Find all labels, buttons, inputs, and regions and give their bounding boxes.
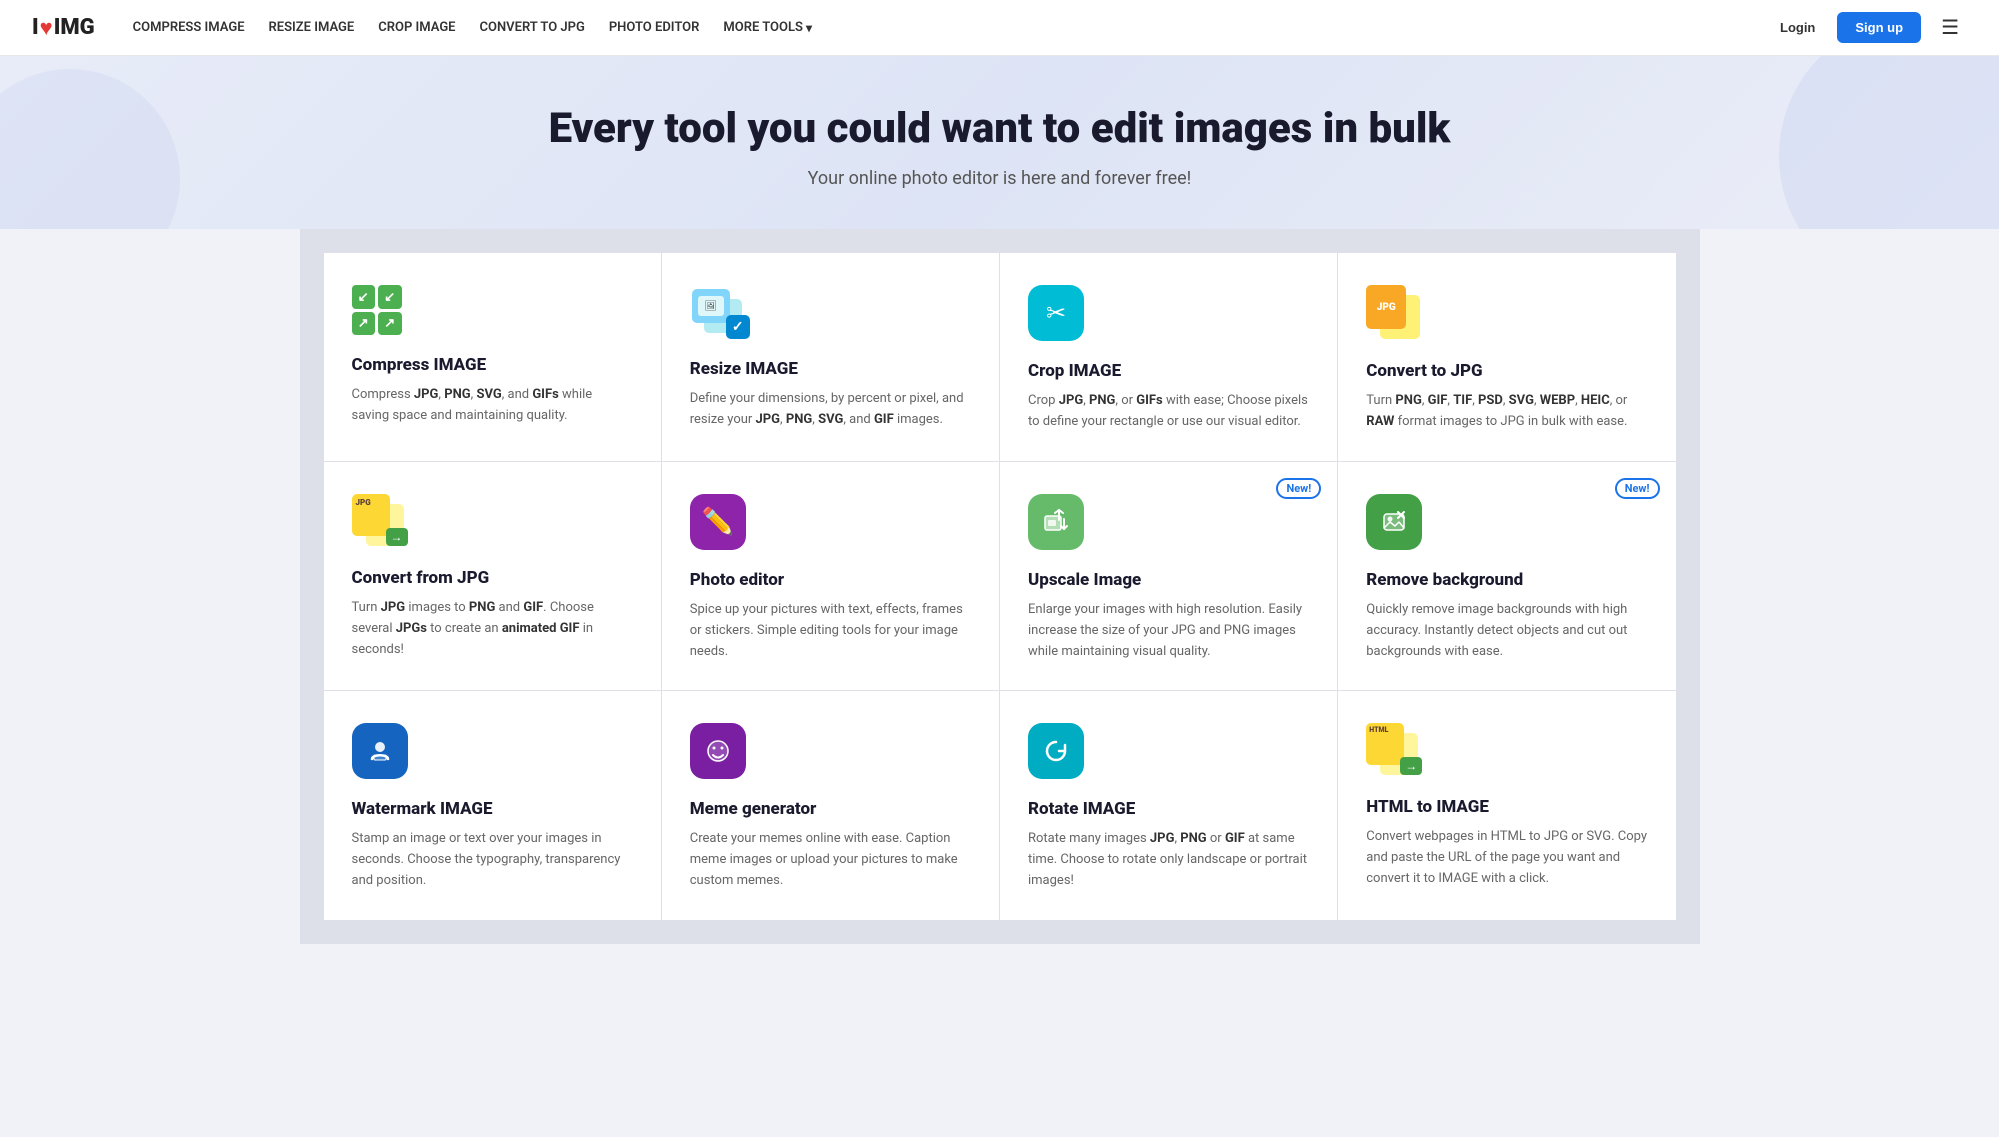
tool-desc-crop: Crop JPG, PNG, or GIFs with ease; Choose… [1028,391,1309,433]
new-badge-upscale: New! [1276,478,1321,499]
hero-headline: Every tool you could want to edit images… [24,104,1975,154]
tool-desc-convert-to-jpg: Turn PNG, GIF, TIF, PSD, SVG, WEBP, HEIC… [1366,391,1647,433]
nav-convert-to-jpg[interactable]: CONVERT TO JPG [470,12,595,43]
crop-icon: ✂ [1028,285,1309,341]
tool-title-rotate: Rotate IMAGE [1028,799,1309,819]
remove-bg-icon [1366,494,1647,550]
tool-desc-photo-editor: Spice up your pictures with text, effect… [690,600,971,662]
tool-title-html-to-image: HTML to IMAGE [1366,797,1647,817]
tool-title-convert-from-jpg: Convert from JPG [352,568,633,588]
new-badge-remove-bg: New! [1615,478,1660,499]
resize-icon: 🖼 ✓ [690,285,750,339]
logo-i: I [32,15,39,40]
html-to-image-icon: HTML → [1366,723,1424,777]
upscale-icon [1028,494,1309,550]
hero-section: Every tool you could want to edit images… [0,56,1999,229]
photo-editor-icon: ✏️ [690,494,971,550]
tool-title-remove-bg: Remove background [1366,570,1647,590]
nav-resize-image[interactable]: RESIZE IMAGE [259,12,365,43]
tool-card-upscale[interactable]: New! Upscale Image Enlarge your images w… [1000,462,1337,690]
tool-card-convert-to-jpg[interactable]: JPG Convert to JPG Turn PNG, GIF, TIF, P… [1338,253,1675,461]
hero-subline: Your online photo editor is here and for… [24,168,1975,189]
tool-card-rotate[interactable]: Rotate IMAGE Rotate many images JPG, PNG… [1000,691,1337,919]
tool-card-convert-from-jpg[interactable]: JPG → Convert from JPG Turn JPG images t… [324,462,661,690]
compress-icon: ↙ ↙ ↗ ↗ [352,285,633,335]
logo-heart-icon: ♥ [40,15,53,41]
tool-title-photo-editor: Photo editor [690,570,971,590]
convert-to-jpg-icon: JPG [1366,285,1426,341]
logo[interactable]: I ♥ IMG [32,15,95,41]
tool-title-convert-to-jpg: Convert to JPG [1366,361,1647,381]
tool-title-crop: Crop IMAGE [1028,361,1309,381]
tool-card-meme[interactable]: Meme generator Create your memes online … [662,691,999,919]
tool-card-compress[interactable]: ↙ ↙ ↗ ↗ Compress IMAGE Compress JPG, PNG… [324,253,661,461]
login-button[interactable]: Login [1770,14,1825,41]
hamburger-menu-button[interactable]: ☰ [1933,11,1967,44]
tool-desc-convert-from-jpg: Turn JPG images to PNG and GIF. Choose s… [352,598,633,660]
meme-icon [690,723,971,779]
tools-grid: ↙ ↙ ↗ ↗ Compress IMAGE Compress JPG, PNG… [300,229,1700,943]
nav-compress-image[interactable]: COMPRESS IMAGE [123,12,255,43]
tool-desc-remove-bg: Quickly remove image backgrounds with hi… [1366,600,1647,662]
nav-more-tools[interactable]: MORE TOOLS ▾ [713,12,822,43]
logo-img: IMG [54,15,95,40]
nav-actions: Login Sign up ☰ [1770,11,1967,44]
convert-from-jpg-icon: JPG → [352,494,410,548]
tool-title-meme: Meme generator [690,799,971,819]
signup-button[interactable]: Sign up [1837,12,1921,43]
tool-desc-html-to-image: Convert webpages in HTML to JPG or SVG. … [1366,827,1647,889]
tool-card-photo-editor[interactable]: ✏️ Photo editor Spice up your pictures w… [662,462,999,690]
tool-desc-resize: Define your dimensions, by percent or pi… [690,389,971,431]
tool-title-watermark: Watermark IMAGE [352,799,633,819]
chevron-down-icon: ▾ [806,21,812,35]
tool-title-compress: Compress IMAGE [352,355,633,375]
tool-card-watermark[interactable]: Watermark IMAGE Stamp an image or text o… [324,691,661,919]
tool-card-remove-bg[interactable]: New! Remove background Quickly remove im… [1338,462,1675,690]
tool-desc-compress: Compress JPG, PNG, SVG, and GIFs while s… [352,385,633,427]
tool-desc-upscale: Enlarge your images with high resolution… [1028,600,1309,662]
tool-title-upscale: Upscale Image [1028,570,1309,590]
nav-links: COMPRESS IMAGE RESIZE IMAGE CROP IMAGE C… [123,12,1770,43]
tool-card-resize[interactable]: 🖼 ✓ Resize IMAGE Define your dimensions,… [662,253,999,461]
tool-desc-rotate: Rotate many images JPG, PNG or GIF at sa… [1028,829,1309,891]
watermark-icon [352,723,633,779]
tool-card-html-to-image[interactable]: HTML → HTML to IMAGE Convert webpages in… [1338,691,1675,919]
navbar: I ♥ IMG COMPRESS IMAGE RESIZE IMAGE CROP… [0,0,1999,56]
tool-desc-meme: Create your memes online with ease. Capt… [690,829,971,891]
nav-crop-image[interactable]: CROP IMAGE [368,12,465,43]
rotate-icon [1028,723,1309,779]
tool-card-crop[interactable]: ✂ Crop IMAGE Crop JPG, PNG, or GIFs with… [1000,253,1337,461]
tool-desc-watermark: Stamp an image or text over your images … [352,829,633,891]
tool-title-resize: Resize IMAGE [690,359,971,379]
nav-photo-editor[interactable]: PHOTO EDITOR [599,12,710,43]
